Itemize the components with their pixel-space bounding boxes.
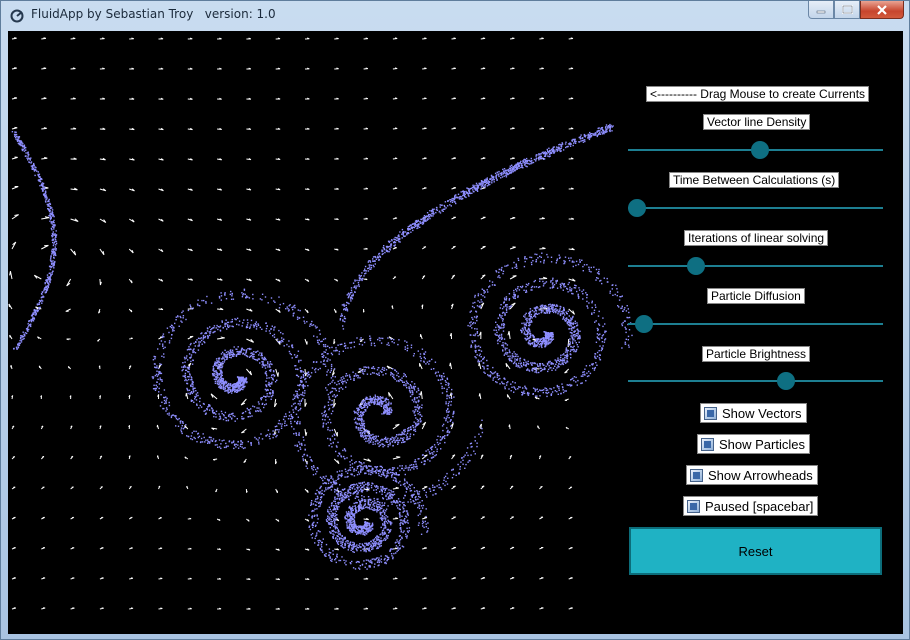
slider-track [628,323,883,325]
checkbox-show-vectors[interactable]: Show Vectors [700,403,807,423]
slider-label-time-between: Time Between Calculations (s) [669,172,840,188]
slider-label-particle-brightness: Particle Brightness [702,346,811,362]
minimize-button[interactable] [808,1,834,19]
slider-iterations[interactable] [628,256,883,276]
close-button[interactable] [860,1,904,19]
maximize-button[interactable] [834,1,860,19]
checkbox-checked-icon [704,406,717,420]
slider-label-particle-diffusion: Particle Diffusion [707,288,805,304]
minimize-icon [816,10,826,13]
checkbox-label: Show Arrowheads [708,467,813,483]
slider-vector-density[interactable] [628,140,883,160]
close-icon [877,4,887,15]
checkbox-checked-icon [687,499,700,513]
checkbox-show-arrowheads[interactable]: Show Arrowheads [686,465,818,485]
checkbox-label: Show Vectors [722,405,802,421]
checkbox-show-particles[interactable]: Show Particles [697,434,810,454]
checkbox-label: Paused [spacebar] [705,498,814,514]
slider-track [628,207,883,209]
vector-field [8,37,576,610]
slider-knob[interactable] [687,257,706,275]
slider-label-vector-density: Vector line Density [703,114,811,130]
app-icon [10,9,24,23]
slider-particle-diffusion[interactable] [628,314,883,334]
slider-knob[interactable] [751,141,770,159]
app-window: FluidApp by Sebastian Troy version: 1.0 … [0,0,910,640]
slider-particle-brightness[interactable] [628,371,883,391]
checkbox-label: Show Particles [719,436,805,452]
slider-knob[interactable] [635,315,654,333]
drag-hint-label: <---------- Drag Mouse to create Current… [646,86,870,102]
title-bar[interactable]: FluidApp by Sebastian Troy version: 1.0 [1,1,909,31]
maximize-icon [841,5,853,14]
checkbox-checked-icon [701,437,714,451]
slider-time-between[interactable] [628,198,883,218]
simulation-area[interactable]: <---------- Drag Mouse to create Current… [8,31,903,634]
slider-track [628,265,883,267]
window-title: FluidApp by Sebastian Troy version: 1.0 [31,7,276,21]
slider-label-iterations: Iterations of linear solving [684,230,829,246]
slider-knob[interactable] [628,199,646,217]
reset-button[interactable]: Reset [629,527,882,575]
checkbox-paused[interactable]: Paused [spacebar] [683,496,819,516]
slider-knob[interactable] [777,372,796,390]
slider-track [628,380,883,382]
checkbox-checked-icon [690,468,703,482]
